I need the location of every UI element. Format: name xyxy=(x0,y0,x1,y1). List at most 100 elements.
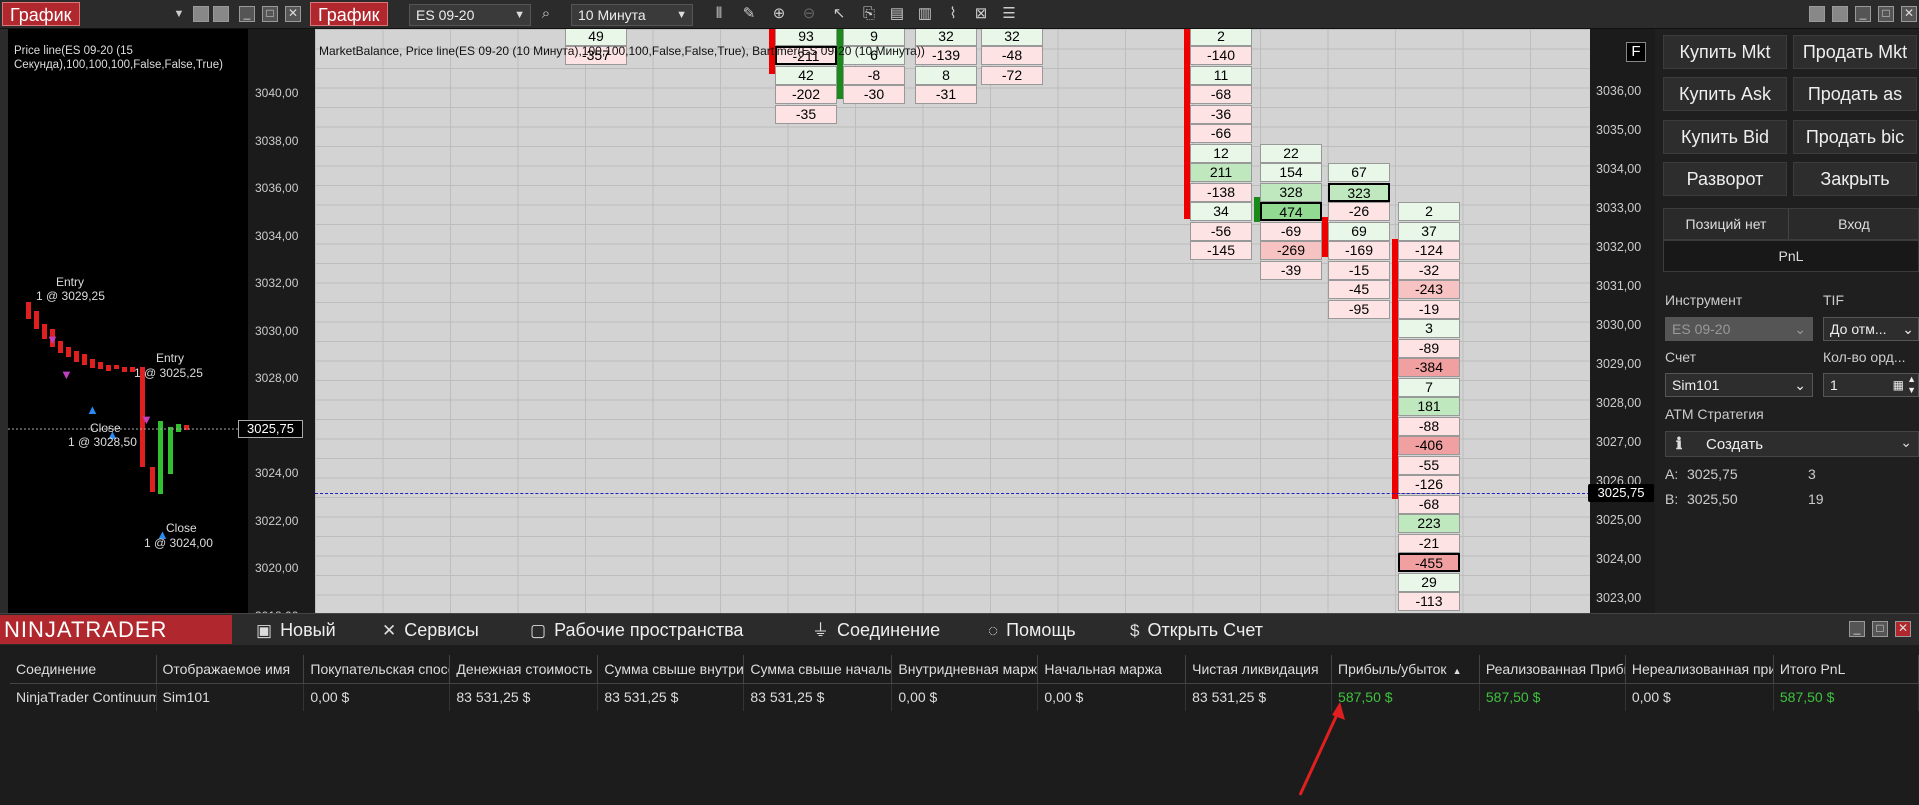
table-row[interactable]: NinjaTrader Continuum Sim101 0,00 $83 531,… xyxy=(10,683,1919,711)
buy-ask-button[interactable]: Купить Ask xyxy=(1663,77,1787,111)
close-icon[interactable]: ✕ xyxy=(1895,621,1911,637)
close-qty-2: 1 @ 3024,00 xyxy=(144,536,213,550)
minimize-icon[interactable]: _ xyxy=(1855,6,1871,22)
layout-icon[interactable] xyxy=(1809,6,1825,22)
mini-y-tick: 3036,00 xyxy=(255,181,299,195)
maximize-icon[interactable]: □ xyxy=(1878,6,1894,22)
main-chart-f-button[interactable]: F xyxy=(1626,42,1646,62)
layout-icon[interactable] xyxy=(213,6,229,22)
account-select[interactable]: Sim101 ⌄ xyxy=(1665,373,1813,397)
dropdown-arrow-icon[interactable]: ▼ xyxy=(170,5,188,23)
layout-icon[interactable] xyxy=(193,6,209,22)
footprint-cell: -66 xyxy=(1190,124,1252,143)
close-icon[interactable]: ✕ xyxy=(1901,6,1917,22)
buy-market-button[interactable]: Купить Mkt xyxy=(1663,35,1787,69)
indicators-icon[interactable]: ▥ xyxy=(916,5,934,23)
mini-price-marker: 3025,75 xyxy=(238,420,303,438)
menu-workspaces[interactable]: ▢ Рабочие пространства xyxy=(530,617,743,643)
column-header[interactable]: Прибыль/убыток ▲ xyxy=(1331,655,1480,684)
mini-y-tick: 3028,00 xyxy=(255,371,299,385)
column-header[interactable]: Итого PnL xyxy=(1773,655,1919,684)
menu-tools[interactable]: ✕ Сервисы xyxy=(382,617,479,643)
ask-size: 3 xyxy=(1808,466,1816,482)
properties-list-icon[interactable]: ☰ xyxy=(1000,5,1018,23)
quantity-value: 1 xyxy=(1830,377,1838,393)
trade-marker-icon: ▲ xyxy=(86,402,99,417)
tools-icon: ✕ xyxy=(382,621,397,640)
zoom-out-icon[interactable]: ⊖ xyxy=(800,5,818,23)
bar-type-icon[interactable]: ⫴ xyxy=(710,5,728,23)
column-header[interactable]: Внутридневная маржа xyxy=(891,655,1039,684)
interval-select[interactable]: 10 Минута ▼ xyxy=(571,4,693,26)
mini-candle xyxy=(98,362,103,369)
sell-market-button[interactable]: Продать Mkt xyxy=(1793,35,1917,69)
column-header[interactable]: Соединение xyxy=(10,655,157,684)
column-header[interactable]: Нереализованная прибыль xyxy=(1625,655,1774,684)
column-header[interactable]: Чистая ликвидация xyxy=(1185,655,1333,684)
menu-open-account[interactable]: $ Открыть Счет xyxy=(1130,617,1263,643)
buy-bid-button[interactable]: Купить Bid xyxy=(1663,120,1787,154)
spin-arrows-icon[interactable]: ▲ ▼ xyxy=(1907,374,1916,396)
maximize-icon[interactable]: □ xyxy=(262,6,278,22)
quantity-stepper[interactable]: 1 ▦ ▲ ▼ xyxy=(1823,373,1919,397)
grid-icon[interactable]: ▦ xyxy=(1893,374,1904,396)
sell-ask-button[interactable]: Продать as xyxy=(1793,77,1917,111)
bid-label: B: xyxy=(1665,491,1679,507)
mini-price-bars: ▼▼▲▼▲▲ xyxy=(8,302,238,542)
footprint-cell: -15 xyxy=(1328,260,1390,280)
menu-help[interactable]: ◌ Помощь xyxy=(988,617,1076,643)
trade-marker-icon: ▼ xyxy=(140,412,153,427)
template-icon[interactable]: ▤ xyxy=(888,5,906,23)
footprint-cell: -21 xyxy=(1398,533,1460,553)
chart-trader-icon[interactable]: ⊠ xyxy=(972,5,990,23)
column-header[interactable]: Отображаемое имя xyxy=(156,655,305,684)
column-header[interactable]: Покупательская способность xyxy=(303,655,451,684)
table-cell: 0,00 $ xyxy=(891,683,1039,711)
tif-select[interactable]: До отм... ⌄ xyxy=(1823,317,1919,341)
column-header-label: Внутридневная маржа xyxy=(898,660,1038,677)
pointer-icon[interactable]: ↖ xyxy=(830,5,848,23)
strategies-icon[interactable]: ⌇ xyxy=(944,5,962,23)
footprint-cell: 42 xyxy=(775,65,837,85)
bid-price: 3025,50 xyxy=(1687,491,1738,507)
table-cell: NinjaTrader Continuum xyxy=(10,683,157,711)
footprint-cell: -88 xyxy=(1398,416,1460,436)
main-chart[interactable]: 49 -357 93 -211 42 -202 -35 9 6 -8 -30 32 -139 8 -31 32… xyxy=(315,29,1655,613)
atm-strategy-select[interactable]: ℹ Создать ⌄ xyxy=(1665,431,1919,457)
maximize-icon[interactable]: □ xyxy=(1872,621,1888,637)
entry-qty-2: 1 @ 3025,25 xyxy=(134,366,203,380)
column-header[interactable]: Сумма свыше начальной xyxy=(743,655,893,684)
reverse-button[interactable]: Разворот xyxy=(1663,162,1787,196)
sell-bid-button[interactable]: Продать bic xyxy=(1793,120,1917,154)
menu-new[interactable]: ▣ Новый xyxy=(256,617,336,643)
footprint-cell: -36 xyxy=(1190,104,1252,124)
minimize-icon[interactable]: _ xyxy=(1849,621,1865,637)
mini-candle xyxy=(150,467,155,492)
column-header[interactable]: Сумма свыше внутридневной xyxy=(597,655,745,684)
instrument-field[interactable]: ES 09-20 ⌄ xyxy=(1665,317,1813,341)
main-y-tick: 3035,00 xyxy=(1596,123,1642,137)
search-icon[interactable]: ⌕ xyxy=(537,5,555,23)
account-value: Sim101 xyxy=(1672,377,1720,393)
close-position-button[interactable]: Закрыть xyxy=(1793,162,1917,196)
menu-connections[interactable]: ⏚ Соединение xyxy=(812,617,940,643)
draw-pencil-icon[interactable]: ✎ xyxy=(740,5,758,23)
footprint-cell: -55 xyxy=(1398,455,1460,475)
column-header[interactable]: Начальная маржа xyxy=(1037,655,1187,684)
column-header[interactable]: Денежная стоимость xyxy=(449,655,599,684)
footprint-cell: 223 xyxy=(1398,514,1460,533)
footprint-cell: 8 xyxy=(915,65,977,85)
column-header-label: Итого PnL xyxy=(1779,660,1846,677)
column-header[interactable]: Реализованная Прибыль xyxy=(1479,655,1626,684)
close-icon[interactable]: ✕ xyxy=(285,6,301,22)
main-y-tick: 3024,00 xyxy=(1596,552,1642,566)
footprint-cell: -48 xyxy=(981,46,1043,65)
data-box-icon[interactable]: ⎘ xyxy=(860,5,878,23)
menu-open-account-label: Открыть Счет xyxy=(1147,620,1263,640)
minimize-icon[interactable]: _ xyxy=(239,6,255,22)
instrument-select[interactable]: ES 09-20 ▼ xyxy=(409,4,531,26)
zoom-in-icon[interactable]: ⊕ xyxy=(770,5,788,23)
layout-icon[interactable] xyxy=(1832,6,1848,22)
bid-size: 19 xyxy=(1808,491,1824,507)
mini-chart[interactable]: ▼ ▼ ▲ ▼ ▲ ▲ Price line(ES 09-20 (15 Секунда),… xyxy=(8,29,248,613)
